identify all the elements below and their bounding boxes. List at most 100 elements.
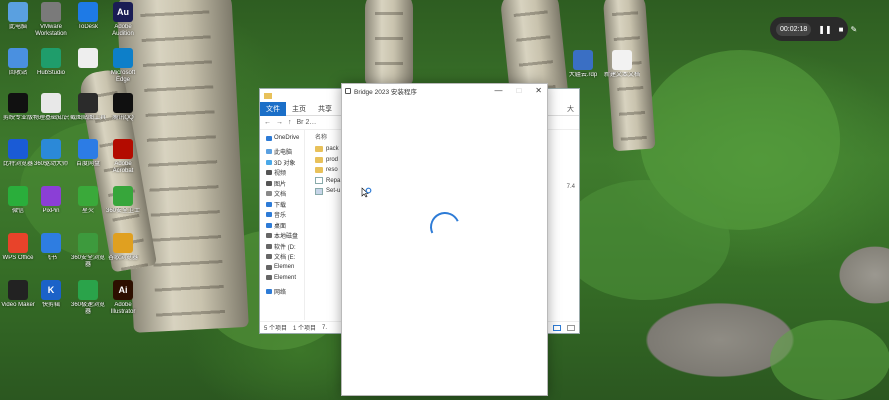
pen-icon[interactable]: ✎ [851, 25, 858, 34]
tab-share[interactable]: 共享 [312, 102, 338, 116]
nav-item[interactable]: 视频 [260, 168, 304, 179]
edge-icon [113, 48, 133, 68]
wechat-icon [8, 186, 28, 206]
desktop-icon[interactable]: 截图贴图工具 [70, 93, 106, 139]
desktop-icon[interactable]: VMware Workstation [33, 2, 69, 48]
acrobat-icon [113, 139, 133, 159]
nav-item[interactable]: 3D 对象 [260, 157, 304, 168]
loading-spinner [425, 207, 465, 247]
folder-icon [264, 92, 272, 99]
forward-arrow-icon[interactable]: → [276, 119, 283, 126]
nav-item[interactable]: 文档 [260, 189, 304, 200]
desktop-icon-label: 物理基础知识 [33, 115, 69, 121]
desktop-icon[interactable]: 百度网盘 [70, 139, 106, 185]
desktop-icon-label: 比特浏览器 [2, 161, 33, 167]
desktop-icon[interactable]: 星火 [70, 186, 106, 232]
pictures-icon [266, 180, 272, 186]
recording-timer: 00:02:18 [776, 22, 812, 36]
desktop-icon[interactable]: 360极速浏览器 [70, 280, 106, 326]
qq-icon [113, 93, 133, 113]
nav-item[interactable]: 图片 [260, 178, 304, 189]
desktop-icon[interactable]: Video Maker [0, 280, 36, 326]
back-arrow-icon[interactable]: ← [264, 119, 271, 126]
nav-item[interactable]: 本地磁盘 [260, 231, 304, 242]
selected-count: 1 个项目 [293, 326, 317, 332]
desktop-icon[interactable]: K 快剪辑 [33, 280, 69, 326]
desktop-icon[interactable]: Ai Adobe Illustrator [105, 280, 141, 326]
desktop-icon[interactable]: 新建文本文档 [604, 50, 640, 96]
tab-home[interactable]: 主页 [286, 102, 312, 116]
wps-icon [8, 233, 28, 253]
desktop-icon[interactable]: 微信 [0, 186, 36, 232]
file-name: Repa [326, 177, 341, 184]
baidu-netdisk-icon [78, 139, 98, 159]
nav-item[interactable]: 桌面 [260, 220, 304, 231]
nav-item[interactable]: 网络 [260, 286, 304, 297]
pc-icon [266, 149, 272, 155]
nav-item[interactable]: Elemen [260, 262, 304, 273]
desktop-icon[interactable]: WPS Office [0, 233, 36, 279]
desktop-icon[interactable] [70, 48, 106, 94]
details-view-icon[interactable] [553, 324, 561, 331]
large-icons-view-icon[interactable] [567, 324, 575, 331]
file-name: pack [326, 146, 339, 153]
nav-item-label: 网络 [274, 289, 287, 296]
stop-icon[interactable]: ■ [839, 25, 844, 34]
desktop-icon[interactable]: 360安全浏览器 [70, 233, 106, 279]
fern-foliage [770, 320, 889, 400]
tab-file[interactable]: 文件 [260, 101, 286, 116]
desktop-icon-label: Adobe Illustrator [110, 302, 136, 315]
drive-icon [266, 275, 272, 281]
desktop-icon[interactable]: Au Adobe Audition [105, 2, 141, 48]
desktop-icon[interactable]: 回收站 [0, 48, 36, 94]
desktop-icon-label: 剪映专业版 [2, 115, 33, 121]
desktop-icon[interactable]: 此电脑 [0, 2, 36, 48]
nav-item-label: 文档 (E: [274, 255, 296, 262]
close-icon[interactable]: ✕ [535, 86, 542, 95]
desktop-icon-label: Video Maker [1, 302, 35, 308]
snip-icon [78, 93, 98, 113]
desktop-icon[interactable]: HubStudio [33, 48, 69, 94]
nav-item[interactable]: 软件 (D: [260, 241, 304, 252]
nav-item-label: 本地磁盘 [274, 234, 299, 241]
desktop-icon-label: 360驱动大师 [33, 161, 68, 167]
desktop-icon[interactable]: 比特浏览器 [0, 139, 36, 185]
desktop-icon[interactable]: Microsoft Edge [105, 48, 141, 94]
nav-item-label: 3D 对象 [274, 160, 296, 167]
address-path[interactable]: Br 2… [297, 119, 317, 126]
kuaijianji-icon: K [41, 280, 61, 300]
pause-icon[interactable]: ❚❚ [818, 25, 831, 34]
desktop-icon-label: 截图贴图工具 [70, 115, 106, 121]
desktop-icon[interactable]: PixPin [33, 186, 69, 232]
desktop-icon-label [70, 70, 106, 84]
desktop-icon-label: 快剪辑 [41, 302, 60, 308]
rdp-icon [573, 50, 593, 70]
desktop-icon[interactable]: Adobe Acrobat [105, 139, 141, 185]
navigation-pane: OneDrive 此电脑 3D 对象 视频 图片 文档 下载 音乐 桌面本地磁盘 软件 (D: 文档… [260, 130, 305, 320]
computer-icon [8, 2, 28, 22]
desktop-icon[interactable]: 360安全卫士 [105, 186, 141, 232]
desktop-icon-label: 微信 [11, 208, 24, 214]
nav-item[interactable]: 文档 (E: [260, 252, 304, 263]
recording-toolbar: 00:02:18 ❚❚ ■ ✎ [770, 17, 857, 41]
desktop-icon-label: Adobe Acrobat [112, 161, 134, 174]
nav-item[interactable]: 音乐 [260, 210, 304, 221]
desktop-icon[interactable]: 腾讯QQ [105, 93, 141, 139]
desktop-icon[interactable]: ToDesk [70, 2, 106, 48]
nav-item[interactable]: 此电脑 [260, 147, 304, 158]
desktop-icon[interactable]: 360驱动大师 [33, 139, 69, 185]
desktop-icon[interactable]: 谷歌浏览器 [105, 233, 141, 279]
nav-item[interactable]: Element [260, 273, 304, 284]
maximize-icon[interactable]: □ [516, 86, 521, 95]
recycle-bin-icon [8, 48, 28, 68]
desktop-icon[interactable]: 物理基础知识 [33, 93, 69, 139]
nav-item[interactable]: OneDrive [260, 133, 304, 144]
up-arrow-icon[interactable]: ↑ [288, 119, 292, 126]
feishu-icon [41, 233, 61, 253]
desktop-icon[interactable]: 飞书 [33, 233, 69, 279]
minimize-icon[interactable]: — [494, 86, 502, 95]
desktop-icon-label: VMware Workstation [35, 24, 67, 37]
nav-item[interactable]: 下载 [260, 199, 304, 210]
busy-cursor-icon [361, 187, 372, 198]
desktop-icon[interactable]: 剪映专业版 [0, 93, 36, 139]
